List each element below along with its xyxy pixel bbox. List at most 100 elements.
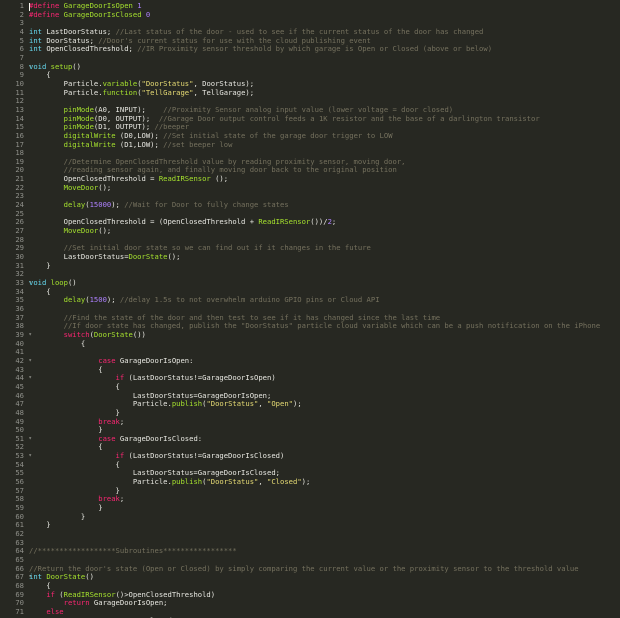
- code-line[interactable]: //Return the door's state (Open or Close…: [29, 564, 620, 574]
- code-token: MoveDoor: [63, 182, 99, 192]
- code-token: ();: [98, 182, 112, 192]
- code-token: 1500: [89, 295, 107, 305]
- code-token: //Find the state of the door and then te…: [63, 312, 441, 322]
- code-token: //reading sensor again, and finally movi…: [63, 165, 397, 175]
- code-line[interactable]: void setup(): [29, 61, 620, 72]
- line-number-text: 20: [15, 165, 24, 175]
- code-token: return: [63, 598, 94, 608]
- code-token: //IR Proximity sensor threshold by which…: [137, 44, 493, 54]
- code-line[interactable]: delay(1500); //delay 1.5s to not overwhe…: [29, 295, 620, 305]
- code-line[interactable]: [29, 270, 620, 279]
- line-number-text: 71: [15, 606, 24, 616]
- code-token: MoveDoor: [63, 226, 99, 236]
- line-number-text: 7: [19, 52, 24, 62]
- code-token: //Last status of the door - used to see …: [115, 26, 484, 36]
- code-line[interactable]: //******************Subroutines*********…: [29, 547, 620, 556]
- code-token: (D0,LOW);: [115, 130, 164, 140]
- code-line[interactable]: }: [29, 503, 620, 513]
- code-token: setup: [50, 61, 73, 71]
- code-line[interactable]: delay(15000); //Wait for Door to fully c…: [29, 200, 620, 210]
- code-line[interactable]: case GarageDoorIsClosed:: [29, 433, 620, 444]
- code-token: delay: [63, 295, 86, 305]
- code-token: digitalWrite: [63, 130, 116, 140]
- text-cursor: [29, 3, 30, 11]
- code-token: break: [98, 416, 120, 426]
- code-line[interactable]: int OpenClosedThreshold; //IR Proximity …: [29, 44, 620, 54]
- code-editor[interactable]: 1 2 3 4 5 6 7 8 ▾ 9 10 11 12 13 14 15 16 17 18 19 20 21 22 23 24…: [0, 0, 620, 618]
- code-token: switch: [63, 329, 90, 339]
- line-number-text: 43: [15, 364, 24, 374]
- code-token: LastDoorStatus=GarageDoorIsClosed;: [29, 468, 280, 478]
- code-line[interactable]: [29, 530, 620, 539]
- code-line[interactable]: break;: [29, 495, 620, 504]
- line-number-text: 65: [15, 555, 24, 564]
- line-number-text: 47: [15, 399, 24, 409]
- code-token: );: [111, 200, 125, 210]
- line-number-text: 70: [15, 598, 24, 608]
- code-token: //Wait for Door to fully change states: [124, 200, 289, 210]
- code-token: OpenClosedThreshold = (OpenClosedThresho…: [29, 217, 259, 227]
- code-line[interactable]: [29, 54, 620, 63]
- code-token: variable: [102, 78, 138, 88]
- code-line[interactable]: }: [29, 521, 620, 530]
- line-number-text: 11: [15, 87, 24, 97]
- code-token: (LastDoorStatus!=GarageDoorIsOpen): [128, 373, 276, 383]
- code-area[interactable]: #define GarageDoorIsOpen 1 #define Garage…: [29, 1, 620, 618]
- code-line[interactable]: MoveDoor();: [29, 182, 620, 193]
- line-number-text: 25: [15, 208, 24, 218]
- code-token: 0: [145, 9, 151, 19]
- line-number-text: 57: [15, 485, 24, 495]
- code-token: case: [98, 433, 120, 443]
- line-number-text: 32: [15, 269, 24, 279]
- code-token: (LastDoorStatus!=GarageDoorIsClosed): [128, 451, 285, 461]
- code-line[interactable]: return GarageDoorIsOpen;: [29, 598, 620, 608]
- code-line[interactable]: }: [29, 261, 620, 271]
- line-number-text: 23: [15, 191, 24, 201]
- code-token: //Proximity Sensor analog input value (l…: [163, 104, 454, 114]
- code-line[interactable]: MoveDoor();: [29, 226, 620, 236]
- code-token: pinMode: [63, 104, 94, 114]
- line-number-text: 27: [15, 226, 24, 236]
- code-line[interactable]: case GarageDoorIsOpen:: [29, 356, 620, 366]
- code-token: {: [29, 459, 120, 469]
- code-token: (D1, OUTPUT);: [93, 122, 155, 132]
- line-number-text: 61: [15, 520, 24, 530]
- code-token: //If door state has changed, publish the…: [63, 321, 601, 331]
- code-token: Particle.: [29, 78, 103, 88]
- line-number-text: 68: [15, 580, 24, 590]
- line-number-text: 55: [15, 468, 24, 478]
- code-token: //Determine OpenClosedThreshold value by…: [63, 156, 406, 166]
- code-line[interactable]: }: [29, 512, 620, 522]
- line-number-text: 58: [15, 494, 24, 504]
- line-number-text: 13: [15, 104, 24, 114]
- code-line[interactable]: switch(DoorState()): [29, 329, 620, 340]
- code-token: "TellGarage": [141, 87, 194, 97]
- code-line[interactable]: break;: [29, 416, 620, 427]
- code-line[interactable]: int DoorState(): [29, 572, 620, 582]
- code-token: break: [98, 494, 120, 504]
- code-token: function: [102, 87, 138, 97]
- line-number-text: 18: [15, 148, 24, 158]
- line-number-text: 36: [15, 303, 24, 313]
- code-line[interactable]: digitalWrite (D1,LOW); //set beeper low: [29, 139, 620, 150]
- code-token: }: [29, 485, 120, 495]
- code-line[interactable]: void loop(): [29, 278, 620, 288]
- code-line[interactable]: {: [29, 339, 620, 349]
- line-number-text: 19: [15, 156, 24, 166]
- code-line[interactable]: OpenClosedThreshold = ReadIRSensor ();: [29, 174, 620, 184]
- code-line[interactable]: LastDoorStatus=DoorState();: [29, 252, 620, 262]
- code-token: ();: [167, 252, 181, 262]
- code-token: digitalWrite: [63, 139, 116, 149]
- code-line[interactable]: #define GarageDoorIsClosed 0: [29, 9, 620, 20]
- code-line[interactable]: Particle.function("TellGarage", TellGara…: [29, 87, 620, 98]
- code-token: LastDoorStatus=: [29, 252, 129, 262]
- code-line[interactable]: OpenClosedThreshold = (OpenClosedThresho…: [29, 218, 620, 227]
- line-number-text: 1: [19, 1, 24, 10]
- code-token: void: [29, 61, 51, 71]
